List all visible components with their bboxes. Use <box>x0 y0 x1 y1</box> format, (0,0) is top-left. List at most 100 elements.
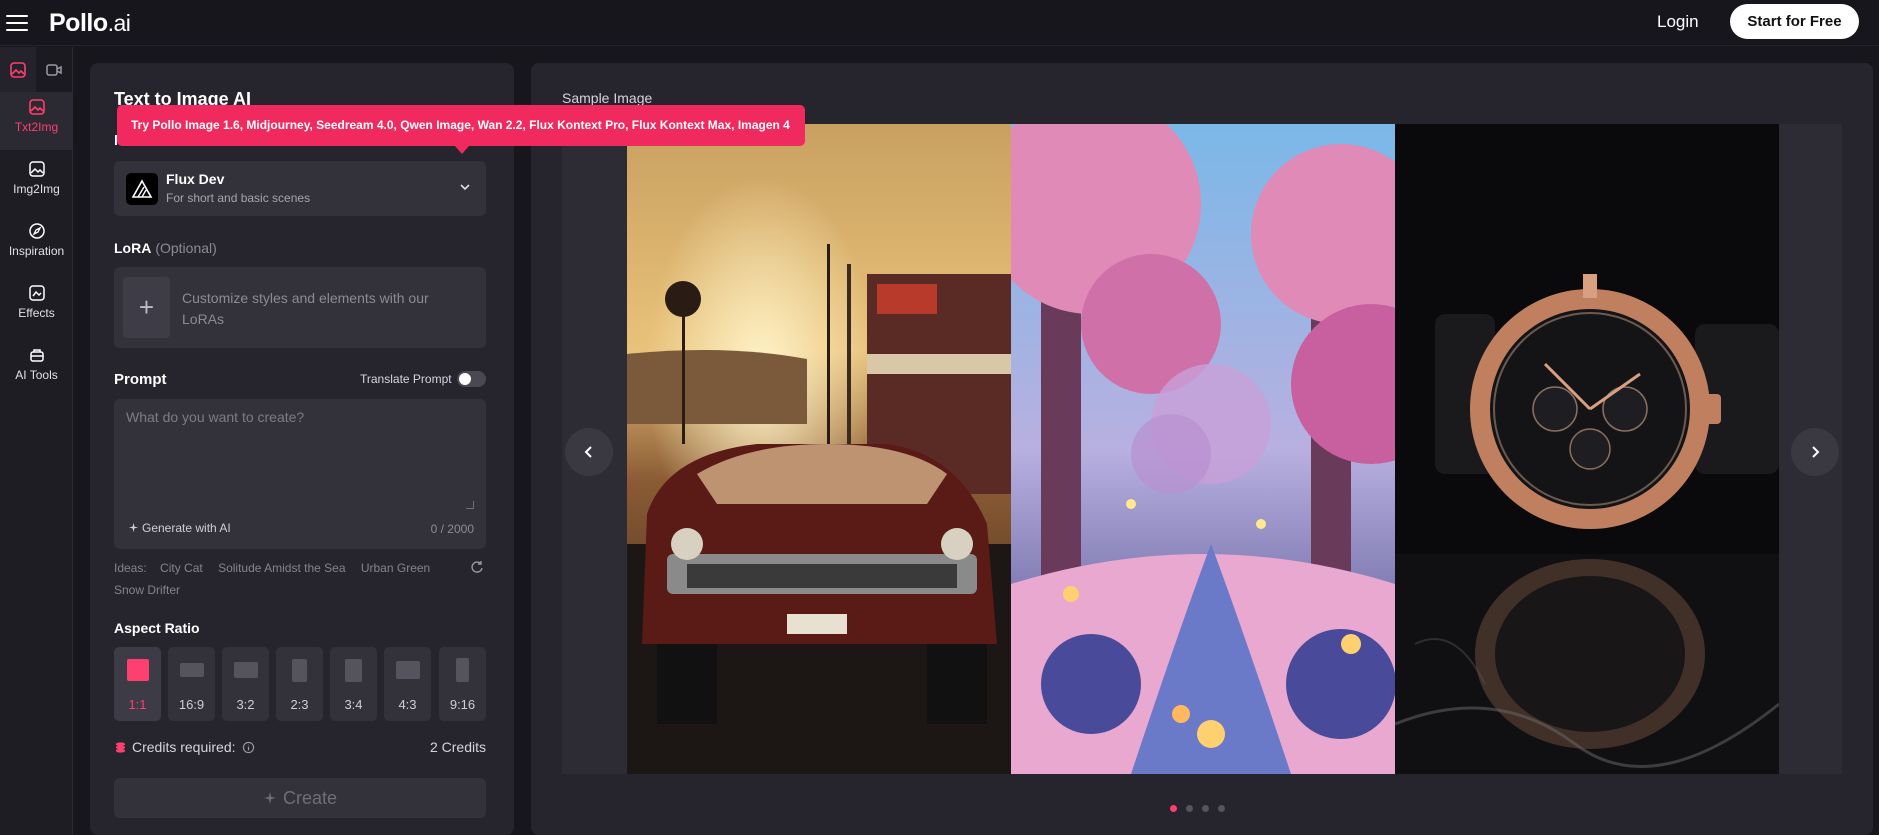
aspect-option-16-9[interactable]: 16:9 <box>168 647 215 721</box>
aspect-label: 16:9 <box>178 697 205 712</box>
prompt-box: Generate with AI 0 / 2000 <box>114 399 486 549</box>
carousel-dot[interactable] <box>1186 805 1193 812</box>
sample-area: Sample Image <box>531 63 1873 835</box>
lora-picker[interactable]: + Customize styles and elements with our… <box>114 267 486 348</box>
lora-label-text: LoRA <box>114 240 152 256</box>
model-name: Flux Dev <box>166 171 225 187</box>
sample-image-label: Sample Image <box>562 90 653 106</box>
rail-item-txt2img[interactable]: Txt2Img <box>0 92 73 150</box>
create-button[interactable]: Create <box>114 778 486 818</box>
rail-mode-tabs <box>0 47 73 92</box>
ideas-list: Ideas: City Cat Solitude Amidst the Sea … <box>114 557 454 601</box>
carousel-dot[interactable] <box>1202 805 1209 812</box>
toolbox-icon <box>29 349 44 362</box>
credits-label-wrap: Credits required: <box>132 739 255 755</box>
rail-item-inspiration[interactable]: Inspiration <box>0 216 73 274</box>
images-icon <box>28 161 45 177</box>
ratio-shape <box>345 659 362 682</box>
ratio-shape <box>127 659 149 681</box>
sample-image-forest[interactable] <box>1011 124 1395 774</box>
lora-label: LoRA (Optional) <box>114 240 217 256</box>
generate-with-ai-label: Generate with AI <box>142 521 231 535</box>
translate-prompt-label: Translate Prompt <box>360 372 452 386</box>
aspect-option-1-1[interactable]: 1:1 <box>114 647 161 721</box>
rail-item-effects[interactable]: Effects <box>0 278 73 336</box>
aspect-option-3-4[interactable]: 3:4 <box>330 647 377 721</box>
menu-icon[interactable] <box>6 12 28 32</box>
sample-image-car[interactable] <box>627 124 1011 774</box>
rail-item-label: Txt2Img <box>14 120 59 134</box>
aspect-option-2-3[interactable]: 2:3 <box>276 647 323 721</box>
ratio-shape <box>234 662 258 678</box>
rail-item-label: AI Tools <box>15 368 58 382</box>
video-icon <box>46 63 62 76</box>
aspect-option-4-3[interactable]: 4:3 <box>384 647 431 721</box>
video-mode-tab[interactable] <box>36 47 72 92</box>
model-description: For short and basic scenes <box>166 191 311 205</box>
aspect-option-3-2[interactable]: 3:2 <box>222 647 269 721</box>
rail-item-ai-tools[interactable]: AI Tools <box>0 340 73 398</box>
resize-handle[interactable] <box>466 501 474 509</box>
carousel-dot[interactable] <box>1218 805 1225 812</box>
lora-optional-text: (Optional) <box>155 240 217 256</box>
flux-logo-icon <box>126 173 158 205</box>
logo-main-text: Pollo <box>49 9 108 37</box>
refresh-icon[interactable] <box>470 560 484 574</box>
top-bar: Pollo.ai Login Start for Free <box>0 0 1879 46</box>
idea-chip[interactable]: Solitude Amidst the Sea <box>218 561 345 575</box>
compass-icon <box>28 223 45 239</box>
rail-item-label: Img2Img <box>13 182 60 196</box>
rail-item-img2img[interactable]: Img2Img <box>0 154 73 212</box>
translate-prompt-toggle[interactable] <box>457 371 486 387</box>
rail-item-label: Inspiration <box>8 244 65 258</box>
sample-gallery <box>562 124 1842 774</box>
tooltip-text: Try Pollo Image 1.6, Midjourney, Seedrea… <box>131 118 790 132</box>
ratio-shape <box>180 663 204 677</box>
generate-with-ai-button[interactable]: Generate with AI <box>128 521 231 535</box>
toggle-knob <box>459 373 471 385</box>
ideas-label: Ideas: <box>114 561 147 575</box>
aspect-ratio-options: 1:1 16:9 3:2 2:3 3:4 4:3 9:16 <box>114 647 486 721</box>
sparkle-icon <box>128 522 139 533</box>
create-label: Create <box>282 788 338 808</box>
logo[interactable]: Pollo.ai <box>49 9 131 38</box>
model-promo-tooltip: Try Pollo Image 1.6, Midjourney, Seedrea… <box>117 105 805 154</box>
aspect-label: 3:4 <box>344 697 363 712</box>
rail-item-label: Effects <box>18 306 55 320</box>
start-for-free-button[interactable]: Start for Free <box>1730 4 1859 39</box>
chevron-down-icon <box>460 184 470 191</box>
image-mode-tab[interactable] <box>0 47 36 92</box>
lora-placeholder: Customize styles and elements with our L… <box>182 290 429 327</box>
aspect-label: 1:1 <box>128 697 147 712</box>
info-icon[interactable] <box>242 741 255 754</box>
idea-chip[interactable]: Snow Drifter <box>114 583 180 597</box>
tooltip-arrow <box>455 146 469 154</box>
image-icon <box>28 99 45 115</box>
idea-chip[interactable]: City Cat <box>160 561 203 575</box>
ratio-shape <box>396 661 420 679</box>
carousel-dot[interactable] <box>1170 805 1177 812</box>
aspect-label: 9:16 <box>449 697 476 712</box>
prompt-label: Prompt <box>114 371 167 388</box>
aspect-label: 2:3 <box>290 697 309 712</box>
credits-value: 2 Credits <box>429 739 486 755</box>
login-link[interactable]: Login <box>1657 12 1699 32</box>
next-slide-button[interactable] <box>1791 428 1839 476</box>
prompt-input[interactable] <box>114 399 486 509</box>
coins-icon <box>115 742 126 753</box>
ratio-shape <box>292 659 307 682</box>
credits-row: Credits required: 2 Credits <box>114 739 486 759</box>
model-selector[interactable]: Flux Dev For short and basic scenes <box>114 161 486 216</box>
plus-icon[interactable]: + <box>123 277 170 338</box>
idea-chip[interactable]: Urban Green <box>361 561 430 575</box>
generation-panel: Text to Image AI Model Flux Dev For shor… <box>90 63 514 835</box>
aspect-label: 4:3 <box>398 697 417 712</box>
logo-suffix-text: .ai <box>107 10 131 36</box>
image-icon <box>10 61 26 78</box>
credits-label: Credits required: <box>132 739 236 755</box>
ratio-shape <box>456 658 469 682</box>
prev-slide-button[interactable] <box>565 428 613 476</box>
left-rail: Txt2Img Img2Img Inspiration Effects AI T… <box>0 47 73 835</box>
sample-image-watch[interactable] <box>1395 124 1779 774</box>
aspect-option-9-16[interactable]: 9:16 <box>439 647 486 721</box>
